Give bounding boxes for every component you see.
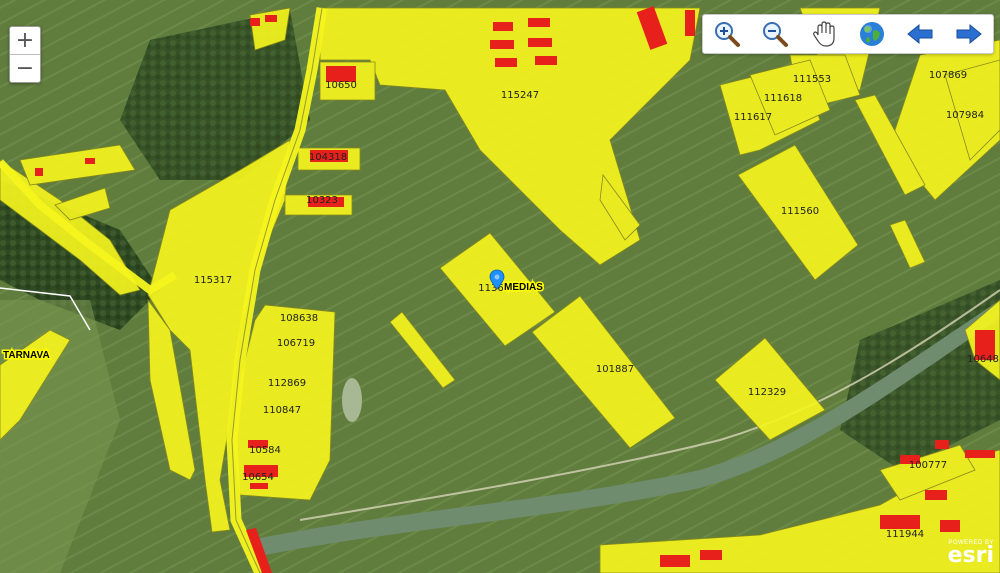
navigation-toolbar — [702, 14, 994, 54]
parcel-number-106719: 106719 — [277, 338, 315, 349]
parcel-number-101887: 101887 — [596, 364, 634, 375]
next-extent-arrow-icon — [956, 23, 982, 45]
parcel-number-104318: 104318 — [309, 152, 347, 163]
globe-full-extent-icon — [860, 22, 885, 46]
place-label-tarnava: TARNAVA — [3, 350, 50, 361]
pan-hand-icon — [812, 21, 835, 47]
previous-extent-button[interactable] — [903, 18, 937, 50]
parcel-number-108638: 108638 — [280, 313, 318, 324]
esri-attribution[interactable]: POWERED BY esri — [948, 540, 994, 567]
parcel-number-111560: 111560 — [781, 206, 819, 217]
full-extent-tool-button[interactable] — [855, 18, 889, 50]
parcel-number-110847: 110847 — [263, 405, 301, 416]
parcel-number-107869: 107869 — [929, 70, 967, 81]
zoom-control: + − — [9, 26, 41, 83]
parcel-number-10648: 10648 — [967, 354, 999, 365]
zoom-out-button[interactable]: − — [10, 54, 40, 82]
parcel-number-115317: 115317 — [194, 275, 232, 286]
parcel-number-111944: 111944 — [886, 529, 924, 540]
previous-extent-arrow-icon — [907, 23, 933, 45]
parcel-number-111617: 111617 — [734, 112, 772, 123]
zoom-out-tool-button[interactable] — [758, 18, 792, 50]
parcel-number-107984: 107984 — [946, 110, 984, 121]
map-canvas[interactable]: 115247 111553 107869 111618 111617 107984 1153… — [0, 0, 1000, 573]
zoom-in-icon — [715, 22, 741, 47]
satellite-basemap[interactable]: 115247 111553 107869 111618 111617 107984 1153… — [0, 0, 1000, 573]
esri-logo: esri — [947, 543, 994, 568]
parcel-number-10650: 10650 — [325, 80, 357, 91]
parcel-number-111553: 111553 — [793, 74, 831, 85]
zoom-in-tool-button[interactable] — [710, 18, 744, 50]
parcel-number-111618: 111618 — [764, 93, 802, 104]
place-label-medias: MEDIAS — [504, 282, 543, 293]
parcel-number-10584: 10584 — [249, 445, 281, 456]
parcel-number-115247: 115247 — [501, 90, 539, 101]
pond — [342, 378, 362, 422]
parcel-number-10323: 10323 — [306, 195, 338, 206]
zoom-out-icon — [763, 22, 789, 47]
pan-tool-button[interactable] — [807, 18, 841, 50]
next-extent-button[interactable] — [952, 18, 986, 50]
zoom-in-button[interactable]: + — [10, 27, 40, 54]
parcel-number-112869: 112869 — [268, 378, 306, 389]
parcel-number-112329: 112329 — [748, 387, 786, 398]
parcel-number-100777: 100777 — [909, 460, 947, 471]
parcel-number-10654: 10654 — [242, 472, 274, 483]
